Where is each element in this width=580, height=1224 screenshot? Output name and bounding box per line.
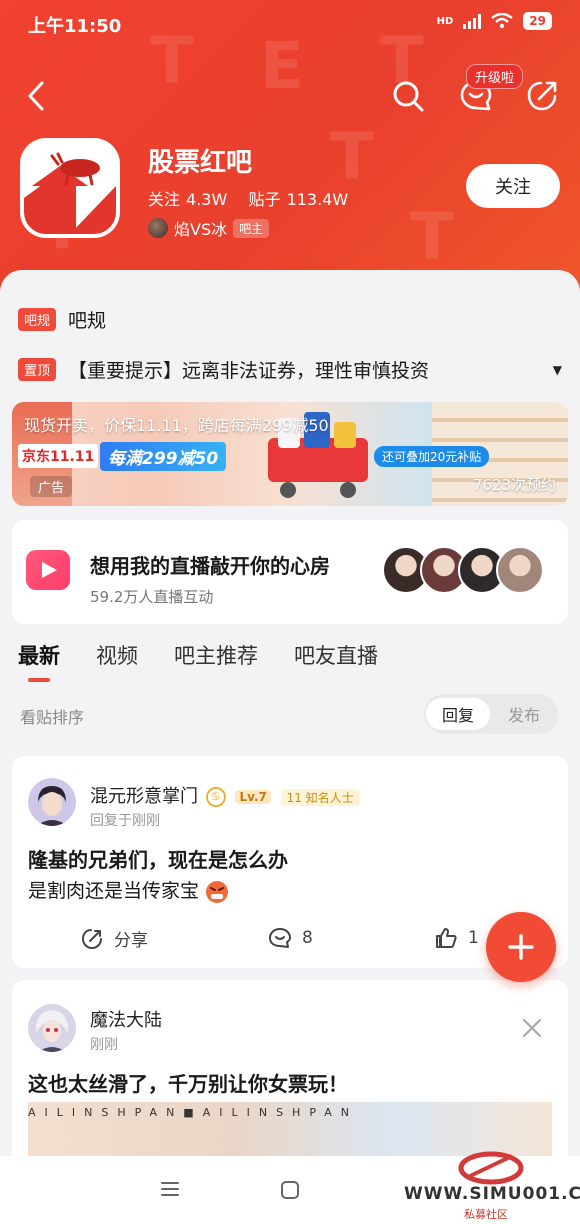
post-title: 隆基的兄弟们，现在是怎么办: [28, 848, 288, 872]
author-name-row: 混元形意掌门 ♋ Lv.7 11 知名人士: [90, 782, 360, 808]
post-body: 是割肉还是当传家宝: [28, 876, 229, 904]
post-card[interactable]: 混元形意掌门 ♋ Lv.7 11 知名人士 回复于刚刚 隆基的兄弟们，现在是怎么…: [12, 756, 568, 968]
owner-name: 焰VS冰: [174, 220, 228, 239]
post-meta: 刚刚: [90, 1037, 118, 1053]
follow-stat-label: 关注: [148, 190, 181, 209]
post-stat-count: 113.4W: [286, 190, 349, 209]
live-title: 想用我的直播敲开你的心房: [90, 554, 330, 578]
owner-avatar: [148, 218, 168, 238]
status-bar: 上午11:50 HD 29: [28, 10, 552, 38]
post-body-text: 是割肉还是当传家宝: [28, 880, 200, 902]
live-video-icon: [26, 550, 70, 590]
tab-video[interactable]: 视频: [96, 640, 138, 670]
live-subtitle: 59.2万人直播互动: [90, 588, 214, 606]
forum-stats: 关注 4.3W 贴子 113.4W: [148, 186, 354, 210]
thumbs-up-icon: [436, 928, 457, 948]
share-action[interactable]: 分享: [80, 926, 148, 951]
upgrade-badge[interactable]: 升级啦: [466, 64, 524, 89]
sort-by-reply[interactable]: 回复: [426, 698, 490, 730]
tab-owner-picks[interactable]: 吧主推荐: [174, 640, 258, 670]
menu-icon[interactable]: [160, 1180, 180, 1198]
pinned-tag: 置顶: [18, 358, 57, 381]
ad-banner[interactable]: 现货开卖，价保11.11，跨店每满299减50 京东11.11 每满299减50…: [12, 402, 568, 506]
fame-badge: 11 知名人士: [280, 788, 360, 806]
ad-reservations: 7623次预约: [472, 476, 556, 494]
chevron-down-icon[interactable]: ▼: [553, 363, 562, 377]
watermark-sub: 私募社区: [464, 1208, 508, 1221]
author-name[interactable]: 混元形意掌门: [90, 786, 198, 807]
watermark-logo-icon: [458, 1151, 524, 1185]
signal-icon: [463, 13, 482, 29]
share-forum-button[interactable]: [522, 76, 562, 116]
post-meta: 回复于刚刚: [90, 813, 160, 829]
close-icon[interactable]: [520, 1016, 544, 1040]
comment-count: 8: [302, 928, 313, 948]
sort-label: 看贴排序: [20, 708, 85, 727]
forum-rules-row[interactable]: 吧规 吧规: [18, 306, 106, 333]
forum-header: T E T T T T 上午11:50 HD 29: [0, 0, 580, 300]
header-decoration: T: [330, 120, 374, 194]
rules-text: 吧规: [68, 310, 107, 332]
follow-button[interactable]: 关注: [466, 164, 560, 208]
header-decoration: T: [410, 200, 454, 274]
sort-toggle: 回复 发布: [424, 694, 558, 734]
home-icon[interactable]: [280, 1180, 300, 1200]
share-icon: [81, 928, 102, 949]
pinned-text: 【重要提示】远离非法证券，理性审慎投资: [68, 360, 430, 382]
author-name[interactable]: 魔法大陆: [90, 1006, 162, 1032]
chevron-left-icon: [28, 81, 44, 111]
search-button[interactable]: [388, 76, 428, 116]
fame-title: 知名人士: [305, 790, 354, 805]
like-count: 1: [468, 928, 479, 948]
network-label: HD: [436, 15, 454, 27]
fame-level: 11: [286, 790, 302, 805]
edit-share-icon: [527, 81, 557, 111]
zodiac-icon: ♋: [205, 787, 226, 807]
ad-headline: 现货开卖，价保11.11，跨店每满299减50: [24, 416, 329, 435]
rules-tag: 吧规: [18, 308, 57, 331]
share-label: 分享: [114, 931, 148, 951]
feed-tabs: 最新 视频 吧主推荐 吧友直播: [18, 640, 378, 682]
ad-brand: 京东11.11: [18, 444, 99, 468]
comment-action[interactable]: 8: [268, 926, 313, 950]
search-icon: [393, 81, 424, 112]
plus-icon: [508, 934, 534, 960]
status-icons: HD 29: [437, 12, 552, 30]
wifi-icon: [491, 13, 514, 29]
owner-tag: 吧主: [233, 218, 270, 238]
ad-subsidy: 还可叠加20元补贴: [374, 446, 490, 467]
post-image-strip: AILINSHPAN■AILINSHPAN: [28, 1106, 359, 1119]
tab-live[interactable]: 吧友直播: [294, 640, 378, 670]
live-avatars: [382, 546, 544, 594]
battery-icon: 29: [523, 12, 552, 30]
author-avatar: [28, 1004, 76, 1052]
bull-logo-icon: [24, 142, 116, 234]
ad-label: 广告: [30, 476, 73, 497]
header-decoration: E: [260, 30, 304, 104]
site-watermark: WWW.SIMU001.CN 私募社区: [400, 1146, 580, 1224]
watermark-url: WWW.SIMU001.CN: [404, 1184, 580, 1204]
level-badge: Lv.7: [235, 790, 271, 804]
author-avatar: [28, 778, 76, 826]
tab-latest[interactable]: 最新: [18, 640, 60, 682]
status-time: 上午11:50: [28, 16, 122, 37]
post-stat-label: 贴子: [248, 190, 281, 209]
post-title: 这也太丝滑了，千万别让你女票玩！: [28, 1072, 348, 1096]
comment-icon: [269, 928, 291, 948]
forum-owner[interactable]: 焰VS冰 吧主: [148, 216, 270, 240]
follow-stat-count: 4.3W: [186, 190, 228, 209]
live-card[interactable]: 想用我的直播敲开你的心房 59.2万人直播互动: [12, 520, 568, 624]
live-avatar: [496, 546, 544, 594]
new-post-button[interactable]: [486, 912, 556, 982]
sort-by-post[interactable]: 发布: [492, 698, 556, 730]
angry-emoji-icon: [206, 880, 229, 903]
forum-name: 股票红吧: [148, 148, 253, 178]
ad-promo: 每满299减50: [100, 442, 227, 471]
forum-logo[interactable]: [20, 138, 120, 238]
back-button[interactable]: [16, 76, 56, 116]
pinned-notice-row[interactable]: 置顶 【重要提示】远离非法证券，理性审慎投资 ▼: [18, 356, 562, 383]
like-action[interactable]: 1: [434, 926, 479, 950]
